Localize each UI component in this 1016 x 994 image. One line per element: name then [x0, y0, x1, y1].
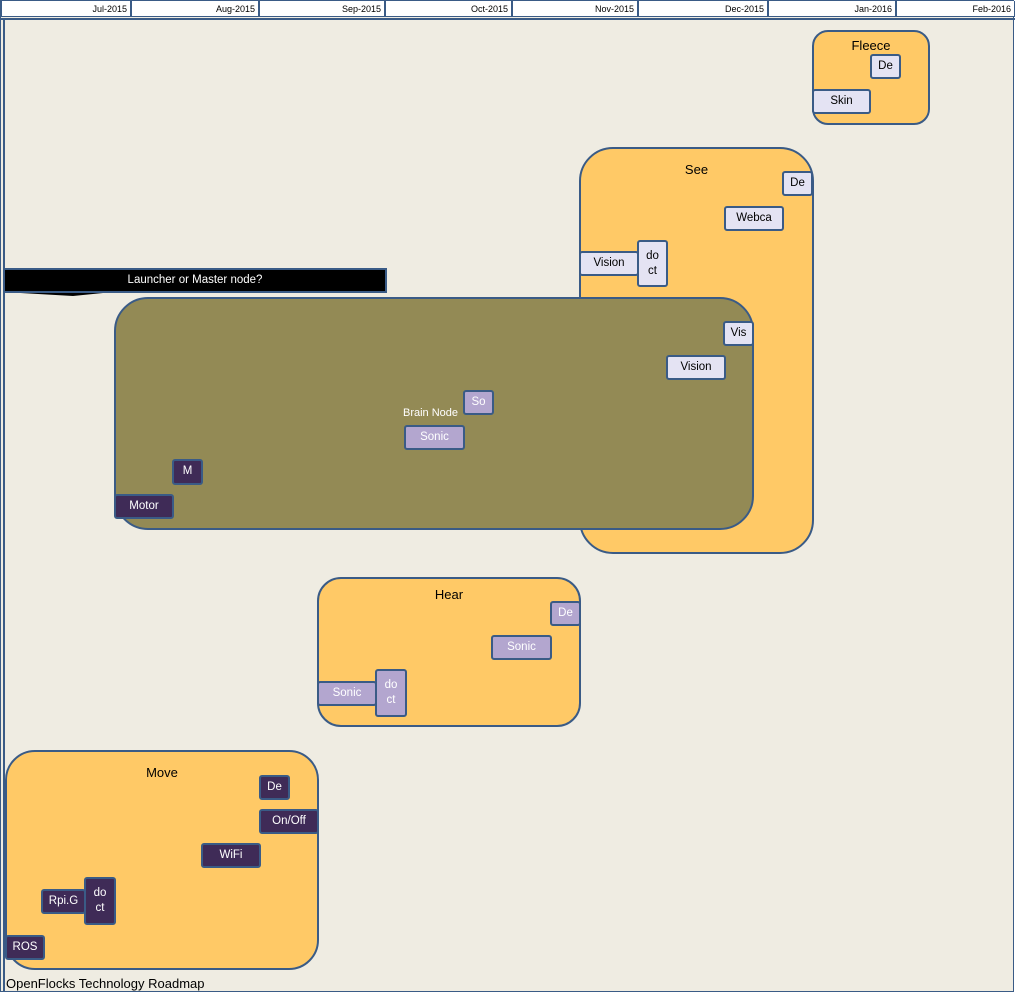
brain-vis-chip[interactable]: Vis — [723, 321, 754, 346]
move-wifi-chip[interactable]: WiFi — [201, 843, 261, 868]
roadmap-canvas: Jul-2015 Aug-2015 Sep-2015 Oct-2015 Nov-… — [0, 0, 1015, 992]
roadmap-footer-title: OpenFlocks Technology Roadmap — [6, 976, 205, 991]
hear-doct-chip[interactable]: do ct — [375, 669, 407, 717]
fleece-de-chip[interactable]: De — [870, 54, 901, 79]
fleece-title: Fleece — [851, 38, 891, 53]
month-jan-2016: Jan-2016 — [768, 1, 896, 17]
move-onoff-chip[interactable]: On/Off — [259, 809, 319, 834]
move-doct-line1: do — [93, 887, 107, 899]
fleece-skin-chip[interactable]: Skin — [812, 89, 871, 114]
brain-sonic-chip[interactable]: Sonic — [404, 425, 465, 450]
month-sep-2015: Sep-2015 — [259, 1, 385, 17]
move-doct-chip[interactable]: do ct — [84, 877, 116, 925]
see-webcam-chip[interactable]: Webca — [724, 206, 784, 231]
see-doct-chip[interactable]: do ct — [637, 240, 668, 287]
hear-de-chip[interactable]: De — [550, 601, 581, 626]
hear-sonic-chip-2[interactable]: Sonic — [317, 681, 377, 706]
month-jul-2015: Jul-2015 — [1, 1, 131, 17]
month-aug-2015: Aug-2015 — [131, 1, 259, 17]
see-vision-chip[interactable]: Vision — [579, 251, 639, 276]
see-doct-line1: do — [646, 249, 659, 262]
move-doct-line2: ct — [95, 902, 105, 914]
month-feb-2016: Feb-2016 — [896, 1, 1015, 17]
hear-title: Hear — [434, 587, 464, 602]
brain-vision-chip[interactable]: Vision — [666, 355, 726, 380]
brain-so-chip[interactable]: So — [463, 390, 494, 415]
hear-sonic-chip-1[interactable]: Sonic — [491, 635, 552, 660]
month-nov-2015: Nov-2015 — [512, 1, 638, 17]
move-ros-chip[interactable]: ROS — [5, 935, 45, 960]
month-oct-2015: Oct-2015 — [385, 1, 512, 17]
see-doct-line2: ct — [648, 264, 657, 277]
launcher-banner[interactable]: Launcher or Master node? — [3, 268, 387, 293]
brain-m-chip[interactable]: M — [172, 459, 203, 485]
timeline-header: Jul-2015 Aug-2015 Sep-2015 Oct-2015 Nov-… — [1, 1, 1015, 19]
see-title: See — [684, 162, 709, 177]
header-divider — [1, 18, 1015, 20]
hear-doct-line1: do — [384, 679, 398, 691]
see-de-chip[interactable]: De — [782, 171, 813, 196]
month-dec-2015: Dec-2015 — [638, 1, 768, 17]
hear-doct-line2: ct — [386, 694, 396, 706]
brain-motor-chip[interactable]: Motor — [114, 494, 174, 519]
brain-node-title: Brain Node — [403, 407, 459, 419]
move-rpig-chip[interactable]: Rpi.G — [41, 889, 86, 914]
move-de-chip[interactable]: De — [259, 775, 290, 800]
